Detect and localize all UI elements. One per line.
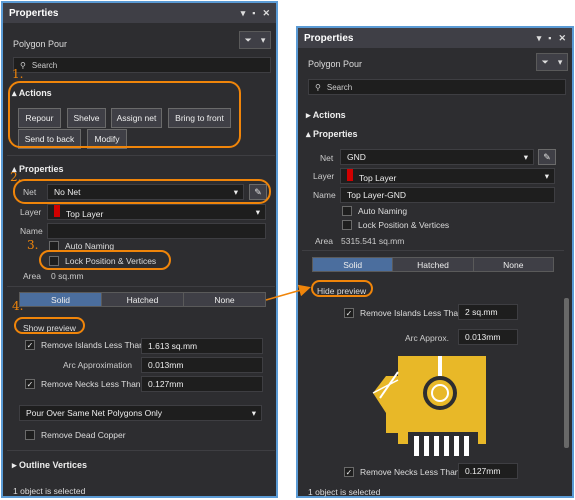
annotation-arrow — [265, 284, 311, 301]
